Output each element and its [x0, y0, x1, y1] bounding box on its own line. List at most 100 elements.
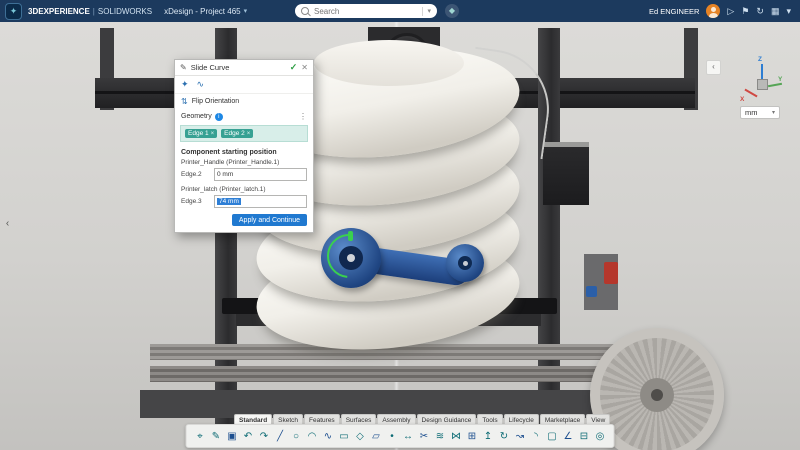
sketch-icon[interactable]: ✎ [210, 431, 223, 442]
sync-icon[interactable]: ↻ [756, 4, 764, 18]
title-chevron-icon[interactable]: ▾ [244, 7, 248, 15]
triad-origin-cube[interactable] [757, 79, 768, 90]
zoom-fit-icon[interactable]: ◎ [594, 431, 607, 442]
trim-tool-icon[interactable]: ✂ [418, 431, 431, 442]
user-avatar[interactable] [706, 4, 720, 18]
flip-orientation-icon: ⇅ [181, 97, 188, 106]
bottom-toolbar: ⌖✎▣↶↷╱○◠∿▭◇▱•↔✂≋⋈⊞↥↻↝◝▢∠⊟◎ [186, 424, 615, 448]
dialog-footer: Apply and Continue [175, 211, 313, 232]
undo-icon[interactable]: ↶ [242, 431, 255, 442]
extruder-assembly [584, 254, 618, 310]
handle-end-bore[interactable] [458, 256, 472, 270]
panel-collapse-right[interactable]: ‹ [706, 60, 721, 75]
curve-icon[interactable]: ∿ [197, 79, 205, 90]
select-tool-icon[interactable]: ⌖ [194, 431, 207, 442]
printer-latch-label: Printer_latch (Printer_latch.1) [175, 184, 313, 194]
geometry-section-header: Geometry i ⋮ [175, 109, 313, 124]
dialog-title: Slide Curve [191, 63, 286, 72]
brand-secondary: SOLIDWORKS [98, 7, 152, 16]
edge2-input[interactable]: 0 mm [214, 168, 307, 181]
starting-position-heading: Component starting position [175, 145, 313, 157]
kebab-menu-icon[interactable]: ⋮ [299, 112, 307, 121]
search-icon [301, 7, 309, 15]
mirror-tool-icon[interactable]: ⋈ [450, 431, 463, 442]
brand-divider: | [93, 7, 95, 16]
edge3-input[interactable]: 74 mm [214, 195, 307, 208]
point-tool-icon[interactable]: • [386, 431, 399, 442]
handle-end-hub[interactable] [446, 244, 484, 282]
fillet-tool-icon[interactable]: ◝ [530, 431, 543, 442]
app-title[interactable]: xDesign - Project 465 [164, 7, 240, 16]
panel-collapse-left[interactable]: ‹ [2, 216, 13, 232]
measure-tool-icon[interactable]: ∠ [562, 431, 575, 442]
apps-grid-icon[interactable]: ▦ [771, 4, 780, 18]
edge2-label: Edge.2 [181, 171, 211, 178]
rectangle-tool-icon[interactable]: ▭ [338, 431, 351, 442]
search-divider [422, 7, 423, 16]
slide-curve-dialog: ✎ Slide Curve ✓ ✕ ✦∿ ⇅ Flip Orientation … [174, 59, 314, 233]
spline-tool-icon[interactable]: ∿ [322, 431, 335, 442]
edge3-value: 74 mm [217, 198, 241, 205]
brand-primary: 3DEXPERIENCE [28, 7, 90, 16]
search-bar[interactable]: ▾ [295, 4, 437, 18]
chip-remove-icon[interactable]: × [247, 131, 251, 137]
dialog-tool-icons: ✦∿ [175, 76, 313, 94]
chevron-down-icon[interactable]: ▾ [786, 4, 791, 18]
polygon-tool-icon[interactable]: ◇ [354, 431, 367, 442]
edge2-value: 0 mm [217, 171, 233, 178]
arc-tool-icon[interactable]: ◠ [306, 431, 319, 442]
section-view-icon[interactable]: ⊟ [578, 431, 591, 442]
flag-icon[interactable]: ⚑ [741, 4, 749, 18]
flip-orientation-option[interactable]: ⇅ Flip Orientation [175, 94, 313, 109]
info-icon[interactable]: i [215, 113, 223, 121]
extruder-blue-part [586, 286, 597, 297]
selected-latch-highlight[interactable] [348, 231, 353, 241]
spool-hub [640, 378, 674, 412]
triad-z-label: Z [758, 56, 762, 63]
user-name[interactable]: Ed ENGINEER [649, 7, 699, 16]
3ds-compass-logo[interactable]: ✦ [5, 3, 22, 20]
edge-chip[interactable]: Edge 1× [185, 129, 217, 138]
units-chevron-icon: ▾ [772, 109, 775, 116]
close-icon[interactable]: ✕ [301, 63, 308, 72]
edge-chip[interactable]: Edge 2× [221, 129, 253, 138]
sweep-tool-icon[interactable]: ↝ [514, 431, 527, 442]
geometry-label: Geometry [181, 113, 212, 120]
top-bar: ✦ 3DEXPERIENCE|SOLIDWORKS xDesign - Proj… [0, 0, 800, 22]
search-input[interactable] [312, 6, 418, 17]
extrude-tool-icon[interactable]: ↥ [482, 431, 495, 442]
line-tool-icon[interactable]: ╱ [274, 431, 287, 442]
shell-tool-icon[interactable]: ▢ [546, 431, 559, 442]
save-icon[interactable]: ▣ [226, 431, 239, 442]
confirm-icon[interactable]: ✓ [290, 62, 298, 73]
slot-tool-icon[interactable]: ▱ [370, 431, 383, 442]
viewport-3d[interactable] [0, 22, 800, 450]
present-icon[interactable]: ▷ [727, 4, 734, 18]
dialog-header[interactable]: ✎ Slide Curve ✓ ✕ [175, 60, 313, 76]
circle-tool-icon[interactable]: ○ [290, 431, 303, 442]
dimension-tool-icon[interactable]: ↔ [402, 431, 415, 442]
offset-tool-icon[interactable]: ≋ [434, 431, 447, 442]
units-dropdown[interactable]: mm ▾ [740, 106, 780, 119]
triad-x-axis [744, 89, 757, 98]
chip-remove-icon[interactable]: × [211, 131, 215, 137]
triad-y-label: Y [778, 76, 782, 83]
triad-x-label: X [740, 96, 744, 103]
triad-y-axis [768, 83, 782, 87]
edge-chip-list[interactable]: Edge 1×Edge 2× [180, 125, 308, 142]
auger-top-cap[interactable] [314, 40, 464, 86]
apply-and-continue-button[interactable]: Apply and Continue [232, 214, 307, 226]
app-window: ✦ 3DEXPERIENCE|SOLIDWORKS xDesign - Proj… [0, 0, 800, 450]
revolve-tool-icon[interactable]: ↻ [498, 431, 511, 442]
search-chevron-icon[interactable]: ▾ [427, 7, 431, 15]
orientation-triad[interactable]: Z X Y [742, 56, 784, 104]
redo-icon[interactable]: ↷ [258, 431, 271, 442]
brand-text: 3DEXPERIENCE|SOLIDWORKS [28, 7, 152, 16]
triad-z-axis [761, 64, 763, 79]
edge-chip-label: Edge 2 [224, 130, 245, 137]
flip-orientation-label: Flip Orientation [192, 98, 239, 105]
curve-select-icon[interactable]: ✦ [181, 79, 189, 90]
tag-icon[interactable]: ◆ [445, 4, 459, 18]
pattern-tool-icon[interactable]: ⊞ [466, 431, 479, 442]
handle-hub[interactable] [321, 228, 381, 288]
